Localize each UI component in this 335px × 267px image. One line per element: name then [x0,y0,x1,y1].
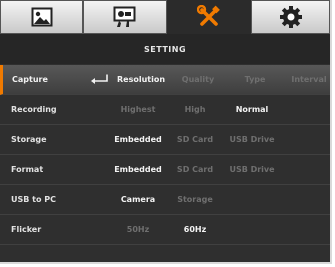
storage-usbdrive-option[interactable]: USB Drive [229,125,274,154]
format-usbdrive-option[interactable]: USB Drive [229,155,274,184]
capture-quality-option[interactable]: Quality [182,65,214,94]
capture-resolution-option[interactable]: Resolution [117,65,165,94]
tab-setting[interactable] [167,0,251,34]
setting-row-recording[interactable]: Recording Highest High Normal [0,95,330,125]
tools-icon [197,5,221,29]
tab-bar [0,0,330,34]
storage-embedded-option[interactable]: Embedded [114,125,162,154]
settings-window: SETTING Capture Resolution Quality Type … [0,0,332,264]
setting-row-capture[interactable]: Capture Resolution Quality Type Interval [0,65,330,95]
tab-video[interactable] [83,0,167,34]
page-title: SETTING [0,34,330,64]
recording-highest-option[interactable]: Highest [121,95,156,124]
tab-system[interactable] [251,0,330,34]
picture-icon [31,7,53,27]
flicker-60hz-option[interactable]: 60Hz [184,215,206,244]
tab-photo[interactable] [0,0,83,34]
camera-recording-icon [113,6,137,28]
enter-arrow-icon [91,74,109,86]
setting-row-format[interactable]: Format Embedded SD Card USB Drive [0,155,330,185]
setting-label: Storage [11,135,47,144]
setting-row-flicker[interactable]: Flicker 50Hz 60Hz [0,215,330,245]
format-embedded-option[interactable]: Embedded [114,155,162,184]
gear-icon [279,5,303,29]
setting-label: Flicker [11,225,42,234]
recording-high-option[interactable]: High [185,95,206,124]
usb-camera-option[interactable]: Camera [121,185,155,214]
settings-list: Capture Resolution Quality Type Interval… [0,65,330,245]
setting-label: Recording [11,105,57,114]
capture-interval-option[interactable]: Interval [291,65,326,94]
setting-label: Format [11,165,44,174]
capture-type-option[interactable]: Type [245,65,266,94]
setting-row-usb-to-pc[interactable]: USB to PC Camera Storage [0,185,330,215]
usb-storage-option[interactable]: Storage [177,185,213,214]
storage-sdcard-option[interactable]: SD Card [177,125,213,154]
recording-normal-option[interactable]: Normal [236,95,269,124]
setting-label: Capture [12,75,48,84]
format-sdcard-option[interactable]: SD Card [177,155,213,184]
setting-row-storage[interactable]: Storage Embedded SD Card USB Drive [0,125,330,155]
flicker-50hz-option[interactable]: 50Hz [127,215,149,244]
setting-label: USB to PC [11,195,56,204]
